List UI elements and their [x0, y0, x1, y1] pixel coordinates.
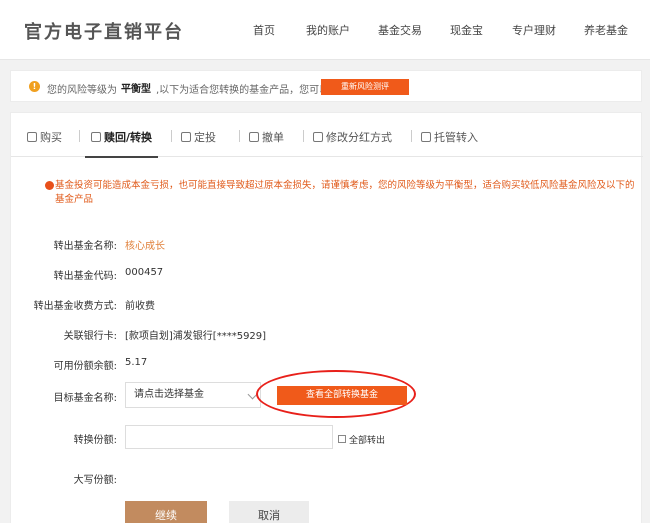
nav-fund-trade[interactable]: 基金交易 — [378, 22, 422, 38]
out-fund-code-label: 转出基金代码: — [53, 271, 117, 282]
upper-amount-label: 大写份额: — [73, 475, 117, 486]
convert-all-label: 全部转出 — [349, 436, 386, 446]
fee-mode-label: 转出基金收费方式: — [33, 301, 117, 312]
bank-card-label: 关联银行卡: — [63, 331, 117, 342]
target-fund-select[interactable]: 请点击选择基金 — [125, 382, 261, 408]
tab-redeem-convert[interactable]: 赎回/转换 — [84, 129, 159, 158]
target-fund-label: 目标基金名称: — [53, 393, 117, 404]
risk-notice-bar: ! 您的风险等级为 平衡型 ,以下为适合您转换的基金产品，您可以 重新风险测评 — [10, 70, 642, 102]
target-fund-placeholder: 请点击选择基金 — [134, 389, 204, 400]
risk-prefix: 您的风险等级为 — [47, 85, 117, 96]
brand-title: 官方电子直销平台 — [24, 22, 184, 43]
transfer-icon — [421, 132, 431, 142]
cancel-button[interactable]: 取消 — [229, 501, 309, 523]
convert-amount-label: 转换份额: — [73, 435, 117, 446]
convert-all-checkbox[interactable] — [338, 435, 346, 443]
retake-risk-test-button[interactable]: 重新风险测评 — [321, 79, 409, 95]
calendar-icon — [181, 132, 191, 142]
tab-cancel-order[interactable]: 撤单 — [249, 129, 284, 157]
tab-divider — [239, 130, 240, 142]
view-all-convert-funds-button[interactable]: 查看全部转换基金 — [277, 386, 407, 405]
tab-dividend-method-label: 修改分红方式 — [326, 131, 392, 144]
nav-cash-treasure[interactable]: 现金宝 — [450, 22, 483, 38]
nav-my-account[interactable]: 我的账户 — [306, 22, 350, 38]
edit-icon — [313, 132, 323, 142]
tab-bar: 购买 赎回/转换 定投 撤单 修改分红方式 托管转入 — [11, 113, 643, 158]
tab-divider — [171, 130, 172, 142]
tab-divider — [303, 130, 304, 142]
warning-icon — [45, 181, 54, 190]
risk-warning: 基金投资可能造成本金亏损，也可能直接导致超过原本金损失，请谨慎考虑，您的风险等级… — [45, 179, 641, 207]
cart-icon — [27, 132, 37, 142]
available-label: 可用份额余额: — [53, 361, 117, 372]
tab-fixed-invest-label: 定投 — [194, 131, 216, 144]
info-icon: ! — [29, 81, 40, 92]
tab-cancel-order-label: 撤单 — [262, 131, 284, 144]
redeem-icon — [91, 132, 101, 142]
tab-custody-transfer-label: 托管转入 — [434, 131, 478, 144]
tab-divider — [79, 130, 80, 142]
trade-panel: 购买 赎回/转换 定投 撤单 修改分红方式 托管转入 基金投资可能造成本金亏损，… — [10, 112, 643, 523]
bank-card: [款项自划]浦发银行[****5929] — [125, 331, 267, 342]
tab-purchase-label: 购买 — [40, 131, 62, 144]
available-shares: 5.17 — [125, 357, 148, 368]
continue-button[interactable]: 继续 — [125, 501, 207, 523]
top-header: 官方电子直销平台 首页 我的账户 基金交易 现金宝 专户理财 养老基金 — [0, 0, 650, 60]
fee-mode: 前收费 — [125, 301, 155, 312]
nav-home[interactable]: 首页 — [253, 22, 275, 38]
risk-level: 平衡型 — [121, 84, 151, 95]
risk-warning-text: 基金投资可能造成本金亏损，也可能直接导致超过原本金损失，请谨慎考虑，您的风险等级… — [55, 180, 635, 205]
nav-special-account[interactable]: 专户理财 — [512, 22, 556, 38]
tab-purchase[interactable]: 购买 — [27, 129, 62, 157]
tab-dividend-method[interactable]: 修改分红方式 — [313, 129, 392, 157]
convert-amount-input[interactable] — [125, 425, 333, 449]
risk-suffix: ,以下为适合您转换的基金产品，您可以 — [156, 85, 330, 96]
tab-fixed-invest[interactable]: 定投 — [181, 129, 216, 157]
tab-redeem-convert-label: 赎回/转换 — [104, 131, 153, 144]
tab-divider — [411, 130, 412, 142]
tab-custody-transfer[interactable]: 托管转入 — [421, 129, 478, 157]
out-fund-code: 000457 — [125, 267, 164, 278]
nav-pension-fund[interactable]: 养老基金 — [584, 22, 628, 38]
out-fund-name-label: 转出基金名称: — [53, 241, 117, 252]
out-fund-name[interactable]: 核心成长 — [125, 237, 165, 252]
cancel-order-icon — [249, 132, 259, 142]
